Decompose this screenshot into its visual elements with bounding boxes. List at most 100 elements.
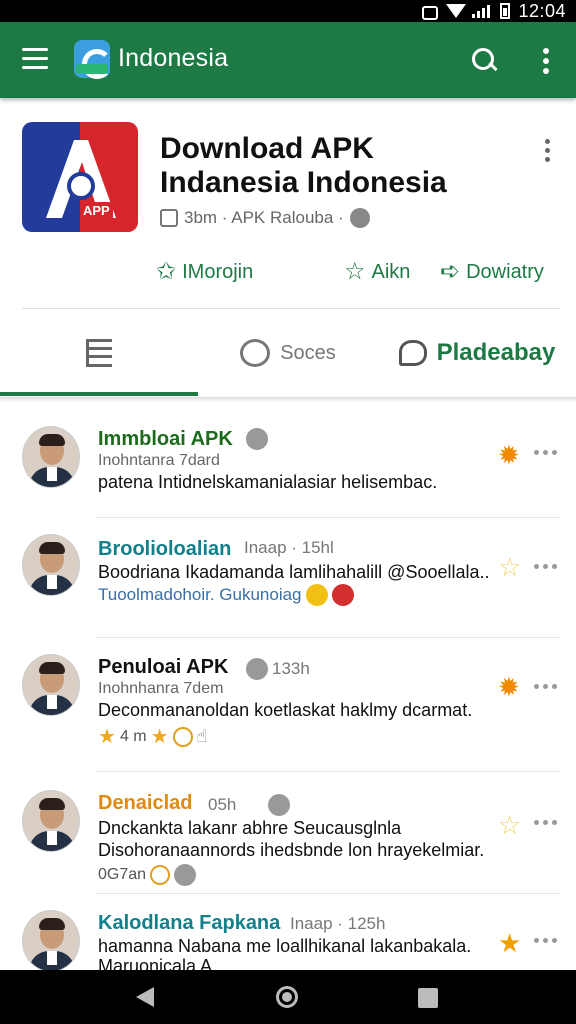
menu-icon[interactable] bbox=[22, 48, 50, 70]
review-text: Boodriana Ikadamanda lamlihahalill @Sooe… bbox=[98, 562, 490, 582]
more-horiz-icon[interactable] bbox=[534, 818, 558, 828]
avatar bbox=[22, 654, 80, 716]
reviewer-sub: Inohntanra 7dard bbox=[98, 452, 220, 469]
review-feed: Immbloai APK Inohntanra 7dard patena Int… bbox=[0, 400, 576, 970]
app-more-icon[interactable] bbox=[540, 138, 556, 164]
review-text: Maruonicala A bbox=[98, 956, 213, 970]
action-row: ✩ IMorojin ☆ Aikn ➪ Dowiatry bbox=[0, 254, 576, 290]
avatar bbox=[22, 790, 80, 852]
action-star-badge[interactable]: ✩ IMorojin bbox=[156, 254, 253, 290]
info-icon bbox=[349, 208, 370, 228]
list-item[interactable]: Immbloai APK Inohntanra 7dard patena Int… bbox=[0, 400, 576, 518]
review-foot-text: 4 m bbox=[119, 727, 147, 745]
wifi-icon bbox=[446, 4, 467, 18]
review-text: Tuoolmadohoir. Gukunoiag bbox=[98, 585, 302, 604]
more-horiz-icon[interactable] bbox=[534, 562, 558, 572]
review-foot: Tuoolmadohoir. Gukunoiag bbox=[98, 584, 354, 606]
navigation-bar bbox=[0, 970, 576, 1024]
review-text: Disohoranaannords ihedsbnde lon hrayekel… bbox=[98, 840, 485, 860]
tab-label: Soces bbox=[280, 341, 336, 364]
comment-icon bbox=[398, 340, 427, 366]
review-text: Dnckankta lakanr abhre Seucausglnla bbox=[98, 818, 402, 838]
reviewer-name: Kalodlana Fapkana bbox=[98, 912, 281, 934]
award-icon bbox=[331, 584, 354, 606]
row-time: 05h bbox=[208, 795, 237, 814]
avatar bbox=[22, 910, 80, 970]
star-outline-icon: ☆ bbox=[344, 258, 366, 285]
action-share[interactable]: ➪ Dowiatry bbox=[440, 254, 544, 290]
review-text: patena Intidnelskamanialasiar helisembac… bbox=[98, 472, 438, 492]
reviewer-name: Penuloai APK bbox=[98, 656, 229, 678]
reviewer-name: Denaiclad bbox=[98, 792, 193, 814]
star-outline-icon[interactable]: ☆ bbox=[498, 812, 521, 838]
action-label: Dowiatry bbox=[466, 260, 544, 283]
reviewer-name: Immbloai APK bbox=[98, 428, 233, 450]
status-time: 12:04 bbox=[518, 0, 566, 21]
avatar bbox=[22, 426, 80, 488]
clock-icon bbox=[172, 726, 193, 747]
reviewer-name: Broolioloalian bbox=[98, 538, 232, 560]
tab-list[interactable] bbox=[0, 310, 198, 396]
app-icon[interactable]: APP bbox=[22, 122, 138, 232]
verified-icon bbox=[246, 428, 268, 450]
chat-icon bbox=[240, 339, 271, 367]
more-horiz-icon[interactable] bbox=[534, 936, 558, 946]
tab-indicator bbox=[0, 392, 198, 396]
app-icon-tag: APP bbox=[80, 202, 113, 219]
search-icon[interactable] bbox=[470, 46, 500, 76]
tab-label: Pladeabay bbox=[436, 339, 556, 366]
list-item[interactable]: Broolioloalian Inaap · 15hl Boodriana Ik… bbox=[0, 518, 576, 638]
avatar bbox=[22, 534, 80, 596]
row-meta: 133h bbox=[246, 658, 310, 680]
status-bar: 12:04 bbox=[0, 0, 576, 22]
gear-icon[interactable]: ✹ bbox=[498, 674, 520, 700]
list-item[interactable]: Denaiclad 05h Dnckankta lakanr abhre Seu… bbox=[0, 772, 576, 894]
back-icon[interactable] bbox=[136, 987, 154, 1007]
action-label: IMorojin bbox=[182, 260, 254, 283]
review-foot: 0G7an bbox=[98, 864, 197, 886]
row-meta: Inaap · 15hl bbox=[244, 538, 334, 557]
more-horiz-icon[interactable] bbox=[534, 448, 558, 458]
review-text: Deconmananoldan koetlaskat haklmy dcarma… bbox=[98, 700, 473, 720]
list-item[interactable]: Penuloai APK 133h Inohnhanra 7dem Deconm… bbox=[0, 638, 576, 772]
app-title: Download APK Indanesia Indonesia bbox=[160, 132, 447, 199]
clock-icon bbox=[246, 658, 268, 680]
star-icon: ★ bbox=[150, 726, 169, 748]
divider bbox=[22, 308, 560, 309]
home-icon[interactable] bbox=[276, 986, 298, 1008]
tab-soces[interactable]: Soces bbox=[198, 310, 378, 396]
app-logo-icon bbox=[74, 40, 112, 79]
recents-icon[interactable] bbox=[418, 988, 438, 1008]
review-foot: ★ 4 m ★ ☝ bbox=[98, 724, 208, 749]
share-icon: ➪ bbox=[440, 258, 461, 285]
review-foot-text: 0G7an bbox=[98, 866, 147, 883]
row-meta: 05h bbox=[208, 794, 291, 816]
action-star[interactable]: ☆ Aikn bbox=[344, 254, 410, 290]
info-icon bbox=[268, 794, 291, 816]
row-time: 133h bbox=[272, 659, 310, 678]
battery-icon bbox=[500, 3, 511, 19]
badge-icon bbox=[305, 584, 328, 606]
review-text: hamanna Nabana me loallhikanal lakanbaka… bbox=[98, 936, 472, 956]
app-bar-title: Indonesia bbox=[118, 44, 229, 72]
clock-icon bbox=[150, 865, 171, 885]
like-icon[interactable]: ☝ bbox=[197, 726, 208, 747]
more-horiz-icon[interactable] bbox=[534, 682, 558, 692]
row-meta bbox=[246, 428, 268, 450]
app-bar: Indonesia bbox=[0, 22, 576, 98]
action-label: Aikn bbox=[371, 260, 411, 283]
star-icon[interactable]: ★ bbox=[498, 930, 521, 956]
tab-pladeabay[interactable]: Pladeabay bbox=[378, 310, 576, 396]
star-outline-icon[interactable]: ☆ bbox=[498, 554, 521, 580]
list-icon bbox=[86, 339, 112, 367]
row-meta: Inaap · 125h bbox=[290, 914, 386, 933]
like-icon bbox=[160, 209, 178, 227]
star-icon: ★ bbox=[98, 726, 116, 748]
reviewer-sub: Inohnhanra 7dem bbox=[98, 680, 224, 697]
list-item[interactable]: Kalodlana Fapkana Inaap · 125h hamanna N… bbox=[0, 894, 576, 970]
more-vert-icon[interactable] bbox=[536, 46, 556, 76]
tab-bar: Soces Pladeabay bbox=[0, 310, 576, 398]
info-icon bbox=[174, 864, 197, 886]
app-meta-text: 3bm · APK Ralouba · bbox=[184, 208, 344, 227]
gear-icon[interactable]: ✹ bbox=[498, 442, 520, 468]
